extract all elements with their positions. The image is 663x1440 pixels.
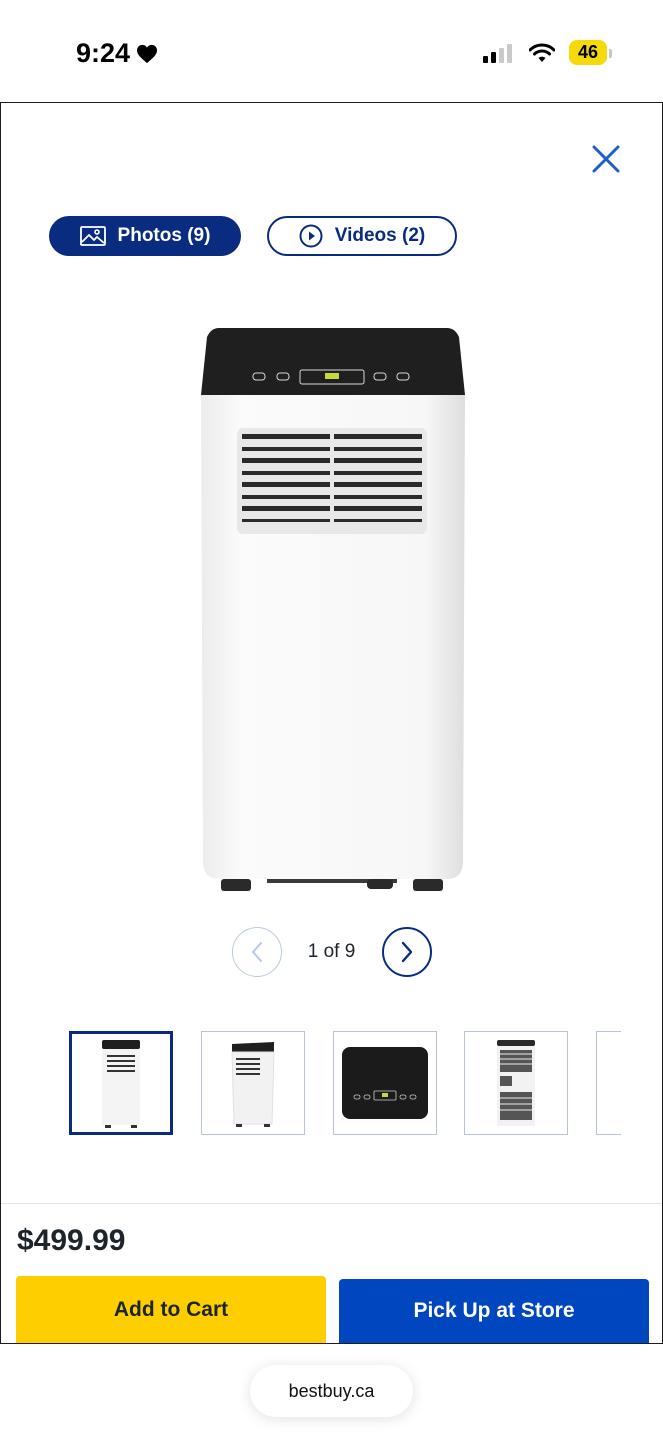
heart-icon [137, 44, 158, 63]
chevron-left-icon [251, 942, 262, 962]
cellular-signal-icon [482, 43, 512, 63]
clock: 9:24 [76, 38, 131, 68]
chevron-right-icon [401, 941, 412, 963]
thumbnail-image [497, 1040, 535, 1126]
play-circle-icon [299, 224, 323, 248]
tab-videos-label: Videos (2) [334, 225, 426, 246]
product-image[interactable] [197, 323, 467, 893]
thumbnail-image [231, 1042, 275, 1127]
battery-indicator: 46 [568, 40, 613, 65]
thumbnail-front-view[interactable] [69, 1031, 173, 1135]
thumbnail-rear-view[interactable] [464, 1031, 568, 1135]
pick-up-at-store-button[interactable]: Pick Up at Store [339, 1279, 649, 1343]
image-pager: 1 of 9 [1, 927, 662, 977]
tab-photos[interactable]: Photos (9) [49, 216, 241, 256]
next-image-button[interactable] [381, 927, 432, 977]
thumbnail-strip [69, 1031, 621, 1137]
image-counter: 1 of 9 [307, 941, 356, 962]
browser-url-bar[interactable]: bestbuy.ca [250, 1365, 413, 1417]
add-to-cart-button[interactable]: Add to Cart [16, 1276, 326, 1343]
status-indicators: 46 [482, 40, 613, 65]
thumbnail-image [102, 1040, 140, 1128]
status-time: 9:24 [76, 38, 158, 69]
divider [1, 1203, 662, 1204]
product-price: $499.99 [17, 1224, 126, 1257]
close-icon[interactable] [586, 139, 626, 179]
thumbnail-image [342, 1047, 428, 1119]
tab-videos[interactable]: Videos (2) [267, 216, 457, 256]
previous-image-button[interactable] [231, 927, 282, 977]
tab-photos-label: Photos (9) [117, 225, 211, 246]
image-icon [79, 226, 106, 246]
product-media-modal: Photos (9) Videos (2) 1 of 9 $499.99 Add… [0, 102, 663, 1344]
url-text: bestbuy.ca [288, 1380, 375, 1401]
thumbnail-more[interactable] [596, 1031, 621, 1135]
thumbnail-control-panel-view[interactable] [333, 1031, 437, 1135]
wifi-icon [528, 43, 555, 62]
thumbnail-angle-view[interactable] [201, 1031, 305, 1135]
